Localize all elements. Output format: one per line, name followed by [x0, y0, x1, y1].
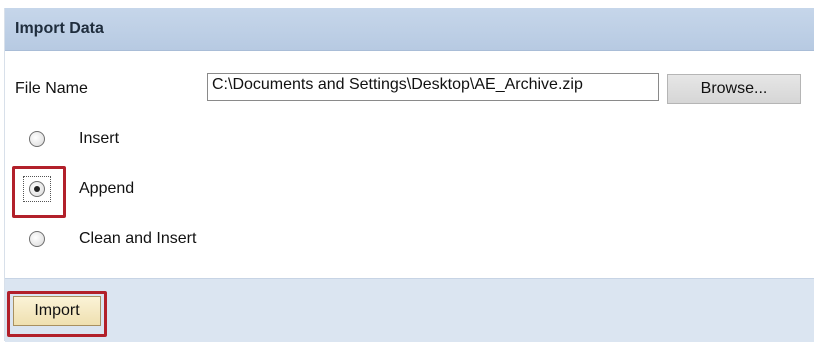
import-data-panel: Import Data File Name C:\Documents and S…: [4, 8, 814, 342]
panel-title: Import Data: [5, 8, 814, 51]
file-name-input[interactable]: C:\Documents and Settings\Desktop\AE_Arc…: [207, 73, 659, 101]
file-name-label: File Name: [15, 80, 88, 97]
insert-radio[interactable]: [29, 131, 45, 147]
insert-label: Insert: [79, 130, 120, 147]
option-clean-and-insert[interactable]: Clean and Insert: [5, 222, 405, 258]
option-insert[interactable]: Insert: [5, 122, 405, 158]
action-bar: Import: [5, 278, 814, 342]
append-label: Append: [79, 180, 135, 197]
append-radio-highlight: [12, 166, 66, 218]
clean-and-insert-radio[interactable]: [29, 231, 45, 247]
clean-and-insert-label: Clean and Insert: [79, 230, 197, 247]
import-button-highlight: [7, 291, 107, 337]
file-name-row: File Name C:\Documents and Settings\Desk…: [5, 68, 814, 108]
browse-button[interactable]: Browse...: [667, 74, 801, 104]
